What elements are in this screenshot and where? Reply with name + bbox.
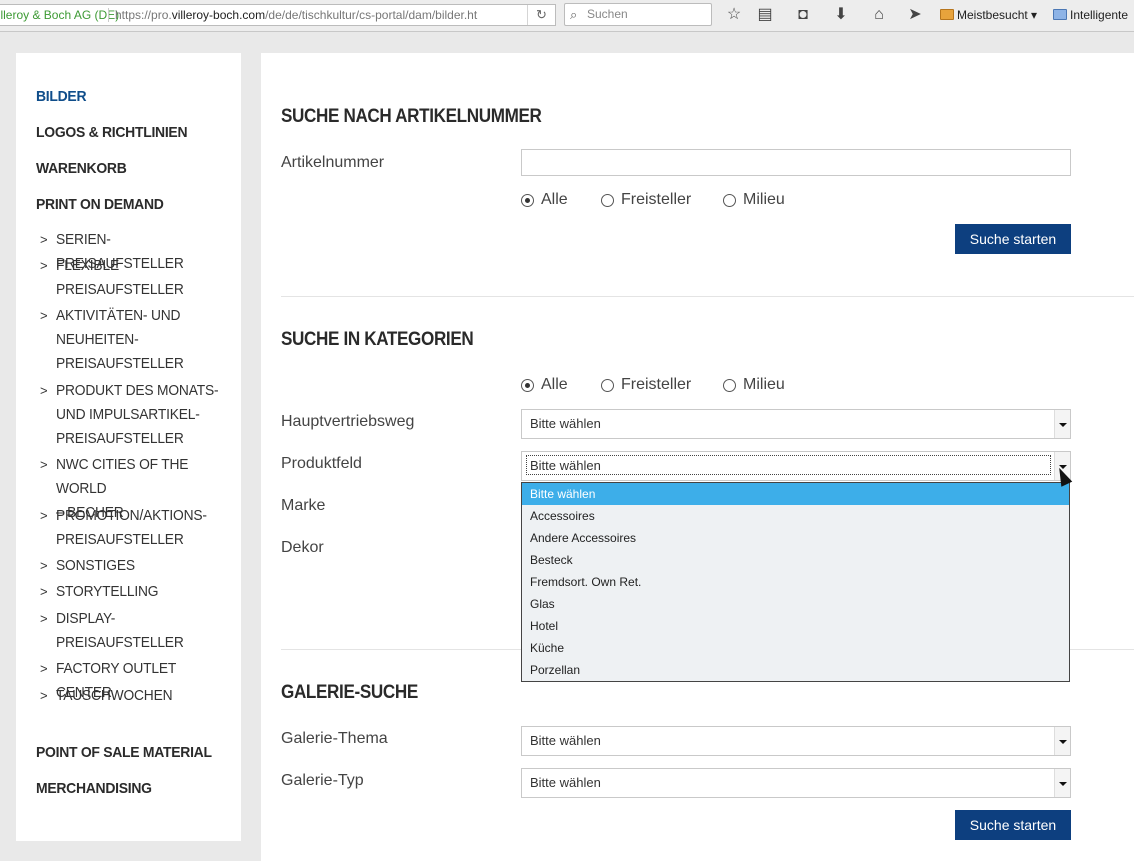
dropdown-option[interactable]: Glas <box>522 593 1069 615</box>
bookmark-most-visited[interactable]: Meistbesucht ▾ <box>940 6 1037 24</box>
nav-item-merchandising[interactable]: MERCHANDISING <box>36 780 152 797</box>
chevron-right-icon: > <box>40 558 48 573</box>
chevron-right-icon: > <box>40 688 48 703</box>
dropdown-option[interactable]: Bitte wählen <box>522 483 1069 505</box>
subnav-item[interactable]: > PRODUKT DES MONATS- UND IMPULSARTIKEL- PR… <box>40 379 240 451</box>
nav-item-warenkorb[interactable]: WARENKORB <box>36 160 127 177</box>
nav-item-print-on-demand[interactable]: PRINT ON DEMAND <box>36 196 164 213</box>
sidebar: BILDER LOGOS & RICHTLINIEN WARENKORB PRI… <box>16 53 241 841</box>
radio-unchecked-icon <box>601 379 614 392</box>
radio-unchecked-icon <box>723 379 736 392</box>
chevron-down-icon <box>1054 410 1070 438</box>
home-icon[interactable]: ⌂ <box>868 4 890 26</box>
section-title-artikelnummer: SUCHE NACH ARTIKELNUMMER <box>281 106 542 127</box>
pocket-icon[interactable]: ◘ <box>792 4 814 26</box>
dropdown-option[interactable]: Andere Accessoires <box>522 527 1069 549</box>
search-icon: ⌕ <box>570 7 578 22</box>
label-hauptvertriebsweg: Hauptvertriebsweg <box>281 413 415 430</box>
radio-unchecked-icon <box>723 194 736 207</box>
bookmark-star-icon[interactable]: ☆ <box>723 4 745 26</box>
search-placeholder: Suchen <box>587 7 628 21</box>
subnav-item[interactable]: > PROMOTION/AKTIONS- PREISAUFSTELLER <box>40 504 240 552</box>
nav-item-bilder[interactable]: BILDER <box>36 88 87 105</box>
dropdown-option[interactable]: Küche <box>522 637 1069 659</box>
browser-toolbar: Villeroy & Boch AG (DE) https://pro.vill… <box>0 0 1134 32</box>
chevron-right-icon: > <box>40 232 48 247</box>
hauptvertriebsweg-select[interactable]: Bitte wählen <box>521 409 1071 439</box>
chevron-right-icon: > <box>40 383 48 398</box>
chevron-right-icon: > <box>40 584 48 599</box>
label-galerie-thema: Galerie-Thema <box>281 730 388 747</box>
download-icon[interactable]: ⬇ <box>830 4 852 26</box>
galerie-search-button[interactable]: Suche starten <box>955 810 1071 840</box>
dropdown-option[interactable]: Besteck <box>522 549 1069 571</box>
send-icon[interactable]: ➤ <box>904 4 926 26</box>
artikelnummer-input[interactable] <box>521 149 1071 176</box>
produktfeld-select[interactable]: Bitte wählen <box>521 451 1071 481</box>
folder-icon <box>940 9 954 20</box>
folder-icon <box>1053 9 1067 20</box>
url-separator <box>108 8 109 22</box>
subnav-item[interactable]: > TAUSCHWOCHEN <box>40 684 240 708</box>
chevron-right-icon: > <box>40 508 48 523</box>
section-divider <box>281 296 1134 297</box>
label-artikelnummer: Artikelnummer <box>281 154 385 171</box>
label-dekor: Dekor <box>281 539 324 556</box>
label-galerie-typ: Galerie-Typ <box>281 772 364 789</box>
chevron-down-icon <box>1054 727 1070 755</box>
subnav-item[interactable]: > AKTIVITÄTEN- UND NEUHEITEN- PREISAUFSTELL… <box>40 304 240 376</box>
dropdown-option[interactable]: Accessoires <box>522 505 1069 527</box>
url-text[interactable]: https://pro.villeroy-boch.com/de/de/tisc… <box>115 5 477 25</box>
radio-checked-icon <box>521 379 534 392</box>
section-title-kategorien: SUCHE IN KATEGORIEN <box>281 329 474 350</box>
subnav-item[interactable]: > DISPLAY- PREISAUFSTELLER <box>40 607 240 655</box>
reload-icon[interactable]: ↻ <box>527 5 555 25</box>
dropdown-option[interactable]: Hotel <box>522 615 1069 637</box>
nav-item-logos[interactable]: LOGOS & RICHTLINIEN <box>36 124 188 141</box>
bookmark-smart[interactable]: Intelligente <box>1053 6 1128 24</box>
dropdown-option[interactable]: Fremdsort. Own Ret. <box>522 571 1069 593</box>
subnav-item[interactable]: > SONSTIGES <box>40 554 240 578</box>
subnav-item[interactable]: > FLEXIBLE PREISAUFSTELLER <box>40 254 240 302</box>
search-input[interactable]: ⌕ Suchen <box>564 3 712 26</box>
produktfeld-dropdown-list: Bitte wählen Accessoires Andere Accessoi… <box>521 482 1070 682</box>
chevron-down-icon <box>1054 769 1070 797</box>
label-produktfeld: Produktfeld <box>281 455 362 472</box>
reader-list-icon[interactable]: ▤ <box>754 4 776 26</box>
radio-checked-icon <box>521 194 534 207</box>
section-title-galerie: GALERIE-SUCHE <box>281 682 418 703</box>
focus-ring <box>526 455 1051 475</box>
chevron-right-icon: > <box>40 661 48 676</box>
nav-item-pos-material[interactable]: POINT OF SALE MATERIAL <box>36 744 212 761</box>
main-content: SUCHE NACH ARTIKELNUMMER Artikelnummer A… <box>261 53 1134 861</box>
chevron-right-icon: > <box>40 258 48 273</box>
chevron-right-icon: > <box>40 611 48 626</box>
url-bar[interactable]: Villeroy & Boch AG (DE) https://pro.vill… <box>0 4 556 26</box>
chevron-right-icon: > <box>40 457 48 472</box>
site-identity[interactable]: Villeroy & Boch AG (DE) <box>0 5 119 25</box>
search-start-button[interactable]: Suche starten <box>955 224 1071 254</box>
subnav-item[interactable]: > STORYTELLING <box>40 580 240 604</box>
radio-unchecked-icon <box>601 194 614 207</box>
galerie-thema-select[interactable]: Bitte wählen <box>521 726 1071 756</box>
chevron-right-icon: > <box>40 308 48 323</box>
dropdown-option[interactable]: Porzellan <box>522 659 1069 681</box>
label-marke: Marke <box>281 497 326 514</box>
galerie-typ-select[interactable]: Bitte wählen <box>521 768 1071 798</box>
